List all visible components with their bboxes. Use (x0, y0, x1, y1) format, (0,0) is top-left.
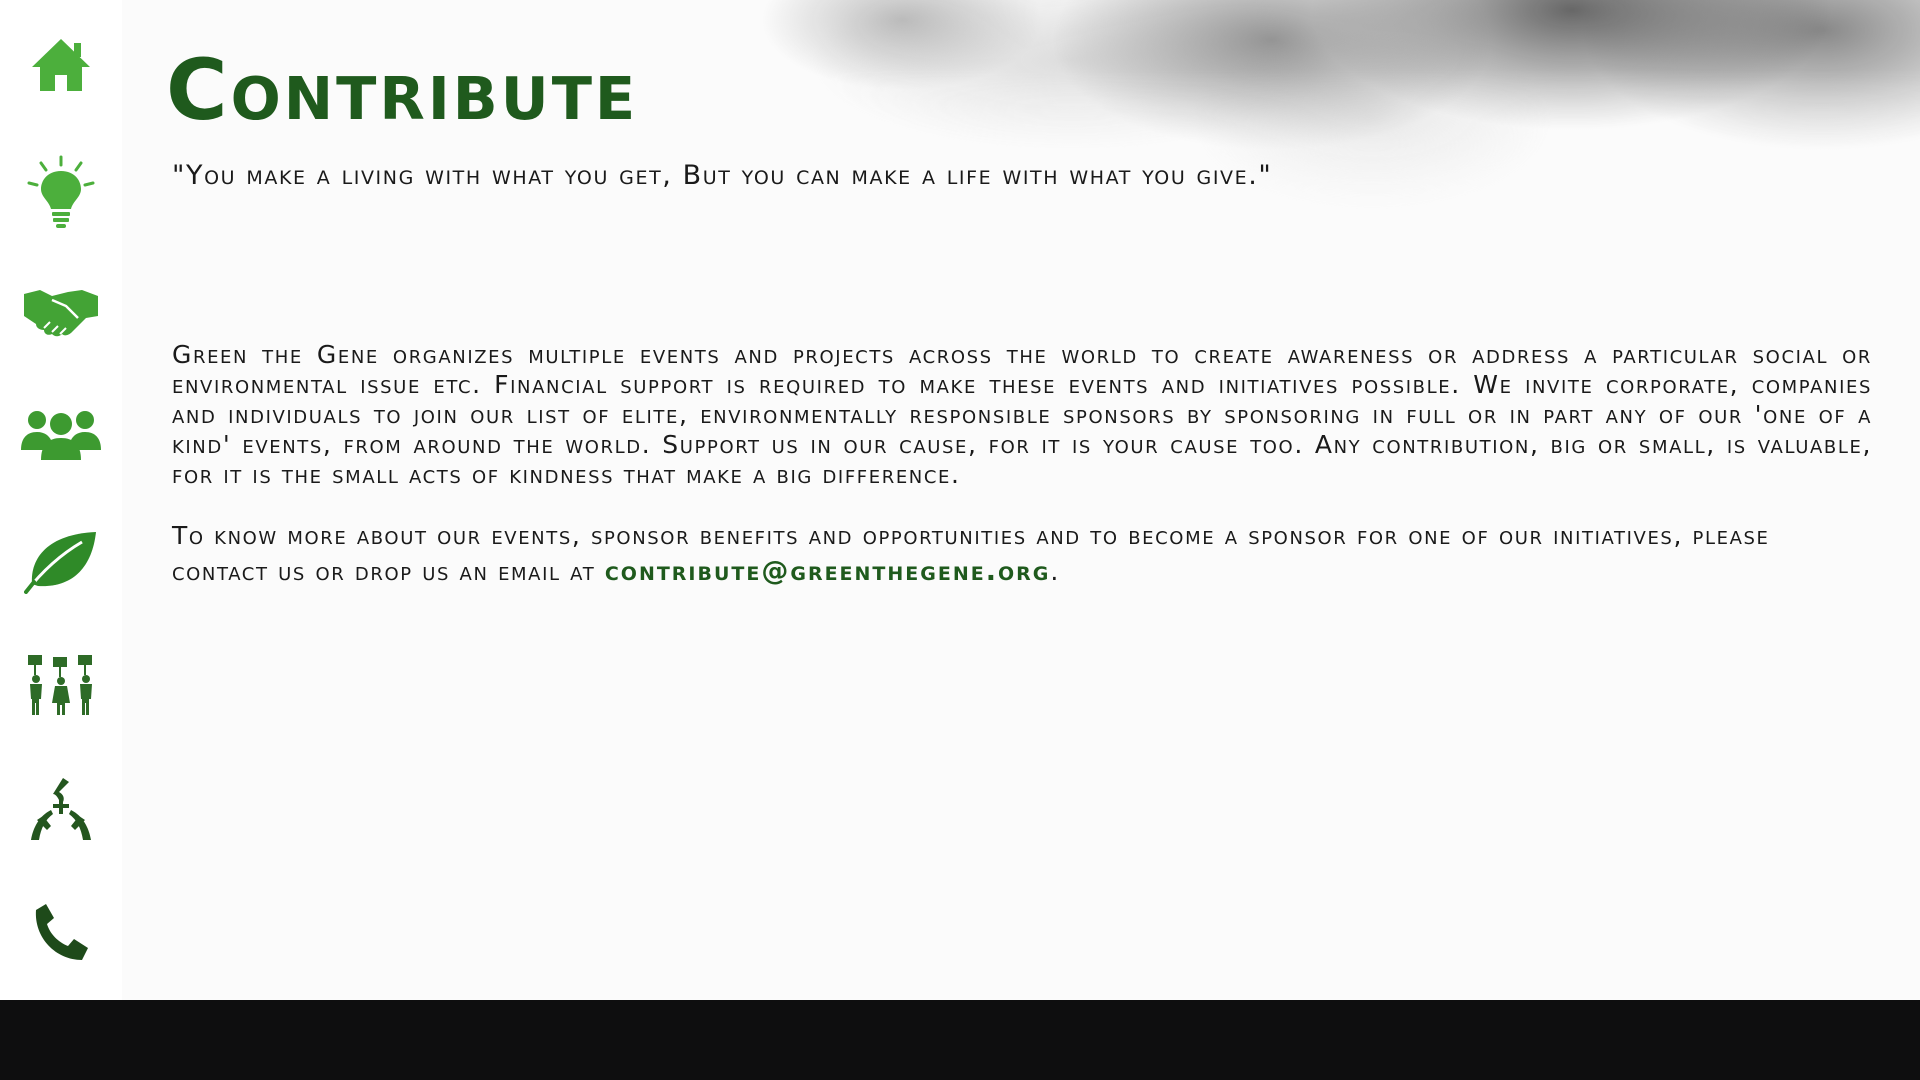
handshake-icon (24, 290, 98, 337)
quote-text: "You make a living with what you get, Bu… (172, 160, 1273, 191)
nav-home[interactable] (16, 20, 106, 110)
leaf-icon (24, 532, 96, 594)
footer-bar (0, 1000, 1920, 1080)
page-title: Contribute (166, 41, 639, 139)
lightbulb-icon (27, 155, 95, 228)
nav-environment[interactable] (16, 516, 106, 606)
nav-ideas[interactable] (16, 147, 106, 237)
home-icon (32, 39, 90, 91)
caring-hands-icon (31, 778, 91, 840)
protest-people-icon (28, 655, 92, 715)
nav-campaigns[interactable] (16, 640, 106, 730)
people-group-icon (21, 411, 101, 460)
sidebar-nav (0, 0, 122, 1000)
nav-contact[interactable] (16, 888, 106, 978)
contact-email-link[interactable]: contribute@greenthegene.org (605, 556, 1051, 587)
nav-partners[interactable] (16, 267, 106, 357)
phone-icon (35, 904, 88, 960)
nav-care[interactable] (16, 764, 106, 854)
intro-paragraph: Green the Gene organizes multiple events… (172, 340, 1872, 489)
contact-paragraph-end: . (1050, 557, 1060, 586)
contact-paragraph: To know more about our events, sponsor b… (172, 518, 1872, 590)
nav-community[interactable] (16, 389, 106, 479)
